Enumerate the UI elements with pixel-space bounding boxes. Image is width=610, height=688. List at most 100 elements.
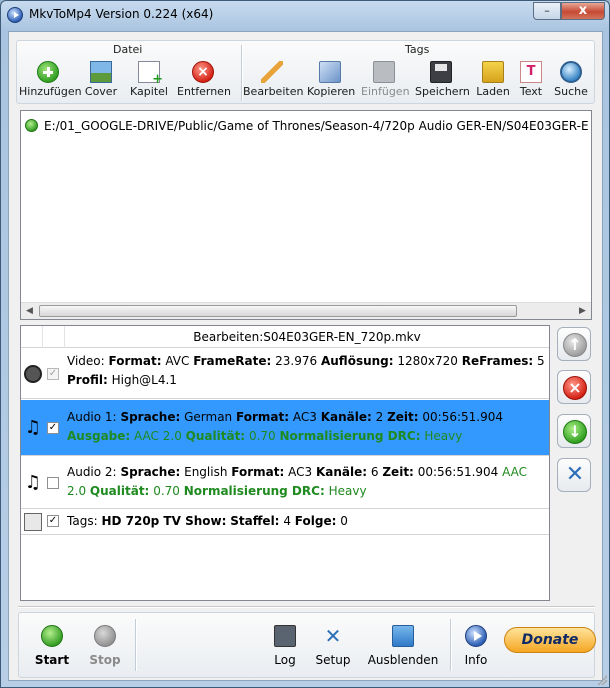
hide-window-icon (392, 625, 414, 647)
stream-row-tags[interactable]: ✓ Tags: HD 720p TV Show: Staffel: 4 Folg… (21, 510, 549, 535)
remove-icon: × (563, 376, 587, 400)
tags-episode-value: 0 (340, 514, 348, 528)
edit-button[interactable]: Bearbeiten (243, 61, 303, 103)
save-icon (430, 61, 452, 83)
info-label: Info (464, 653, 488, 667)
video-framerate-key: FrameRate: (193, 354, 272, 368)
search-button[interactable]: Suche (553, 61, 589, 103)
stream-settings-button[interactable]: ✕ (557, 458, 591, 492)
tags-season-value: 4 (283, 514, 291, 528)
video-resolution-key: Auflösung: (320, 354, 394, 368)
audio-2-channels-value: 6 (370, 465, 379, 479)
tags-season-key: Staffel: (230, 514, 280, 528)
stream-row-video[interactable]: ✓ Video: Format: AVC FrameRate: 23.976 A… (21, 349, 549, 399)
load-button[interactable]: Laden (475, 61, 511, 103)
text-button[interactable]: T Text (517, 61, 545, 103)
tools-icon: ✕ (324, 624, 342, 648)
start-label: Start (34, 653, 70, 667)
title-bar[interactable]: MkvToMp4 Version 0.224 (x64) – x (1, 1, 609, 29)
log-icon (274, 625, 296, 647)
move-down-button[interactable]: ↓ (557, 414, 591, 448)
audio-2-checkbox[interactable] (47, 477, 59, 489)
add-icon (37, 61, 59, 83)
audio-2-time-value: 00:56:51.904 (417, 465, 499, 479)
audio-1-checkbox[interactable]: ✓ (47, 422, 59, 434)
info-play-icon (465, 625, 487, 647)
cover-button[interactable]: Cover (83, 61, 119, 103)
video-prefix: Video: (67, 354, 105, 368)
search-label: Suche (554, 85, 588, 98)
scroll-right-icon[interactable]: ▶ (574, 303, 591, 319)
start-button[interactable]: Start (27, 625, 77, 673)
audio-2-prefix: Audio 2: (67, 465, 117, 479)
cover-label: Cover (84, 85, 118, 98)
video-checkbox[interactable]: ✓ (47, 368, 59, 380)
paste-label: Einfügen (361, 85, 410, 98)
app-window: MkvToMp4 Version 0.224 (x64) – x Datei T… (0, 0, 610, 688)
paste-button[interactable]: Einfügen (361, 61, 410, 103)
remove-button[interactable]: × Entfernen (177, 61, 231, 103)
horizontal-scrollbar[interactable]: ◀ ▶ (21, 302, 591, 319)
video-reframes-value: 5 (537, 354, 545, 368)
delete-stream-button[interactable]: × (557, 370, 591, 404)
copy-button[interactable]: Kopieren (307, 61, 356, 103)
tags-checkbox[interactable]: ✓ (47, 515, 59, 527)
file-list-item[interactable]: E:/01_GOOGLE-DRIVE/Public/Game of Throne… (25, 117, 588, 135)
music-note-icon: ♫ (24, 417, 42, 438)
window-title: MkvToMp4 Version 0.224 (x64) (29, 7, 214, 21)
info-button[interactable]: Info (457, 625, 495, 673)
audio-1-details: Audio 1: Sprache: German Format: AC3 Kan… (67, 408, 545, 446)
copy-icon (319, 61, 341, 83)
audio-2-drc-value: Heavy (328, 484, 367, 498)
tools-icon: ✕ (565, 462, 585, 487)
video-reframes-key: ReFrames: (461, 354, 534, 368)
audio-1-language-key: Sprache: (120, 410, 181, 424)
video-framerate-value: 23.976 (275, 354, 318, 368)
chapter-button[interactable]: Kapitel (127, 61, 171, 103)
scroll-left-icon[interactable]: ◀ (21, 303, 38, 319)
arrow-down-icon: ↓ (563, 420, 587, 444)
audio-1-format-key: Format: (236, 410, 290, 424)
stream-row-audio-1[interactable]: ♫ ✓ Audio 1: Sprache: German Format: AC3… (21, 400, 549, 456)
video-profile-key: Profil: (67, 373, 108, 387)
log-button[interactable]: Log (267, 625, 303, 673)
setup-button[interactable]: ✕ Setup (311, 625, 355, 673)
move-up-button[interactable]: ↑ (557, 327, 591, 361)
save-button[interactable]: Speichern (415, 61, 470, 103)
app-play-icon (7, 7, 23, 23)
donate-button[interactable]: Donate (504, 627, 596, 653)
start-icon (41, 625, 63, 647)
audio-1-channels-key: Kanäle: (320, 410, 372, 424)
audio-2-format-value: AC3 (288, 465, 313, 479)
audio-1-time-value: 00:56:51.904 (422, 410, 504, 424)
hide-button[interactable]: Ausblenden (365, 625, 441, 673)
stream-row-audio-2[interactable]: ♫ Audio 2: Sprache: English Format: AC3 … (21, 457, 549, 509)
copy-label: Kopieren (307, 85, 356, 98)
audio-2-channels-key: Kanäle: (315, 465, 368, 479)
close-button[interactable]: x (561, 2, 605, 20)
arrow-up-icon: ↑ (563, 333, 587, 357)
tag-document-icon (24, 513, 42, 531)
search-icon (560, 61, 582, 83)
stop-label: Stop (89, 653, 121, 667)
audio-1-channels-value: 2 (375, 410, 384, 424)
status-dot-icon (25, 119, 38, 132)
stream-header-title: Bearbeiten:S04E03GER-EN_720p.mkv (193, 330, 421, 344)
audio-1-time-key: Zeit: (387, 410, 419, 424)
audio-2-language-key: Sprache: (120, 465, 181, 479)
hide-label: Ausblenden (367, 653, 439, 667)
stop-button[interactable]: Stop (81, 625, 129, 673)
remove-label: Entfernen (177, 85, 231, 98)
remove-icon: × (192, 61, 214, 83)
audio-2-details: Audio 2: Sprache: English Format: AC3 Ka… (67, 463, 545, 501)
audio-1-quality-key: Qualität: (185, 429, 246, 443)
audio-2-quality-key: Qualität: (89, 484, 150, 498)
scroll-thumb[interactable] (39, 305, 517, 317)
add-button[interactable]: Hinzufügen (19, 61, 82, 103)
file-list[interactable]: E:/01_GOOGLE-DRIVE/Public/Game of Throne… (20, 110, 592, 320)
minimize-button[interactable]: – (533, 2, 561, 20)
music-note-icon: ♫ (24, 472, 42, 493)
audio-2-format-key: Format: (231, 465, 285, 479)
resize-grip[interactable] (597, 675, 607, 685)
audio-1-language-value: German (184, 410, 233, 424)
